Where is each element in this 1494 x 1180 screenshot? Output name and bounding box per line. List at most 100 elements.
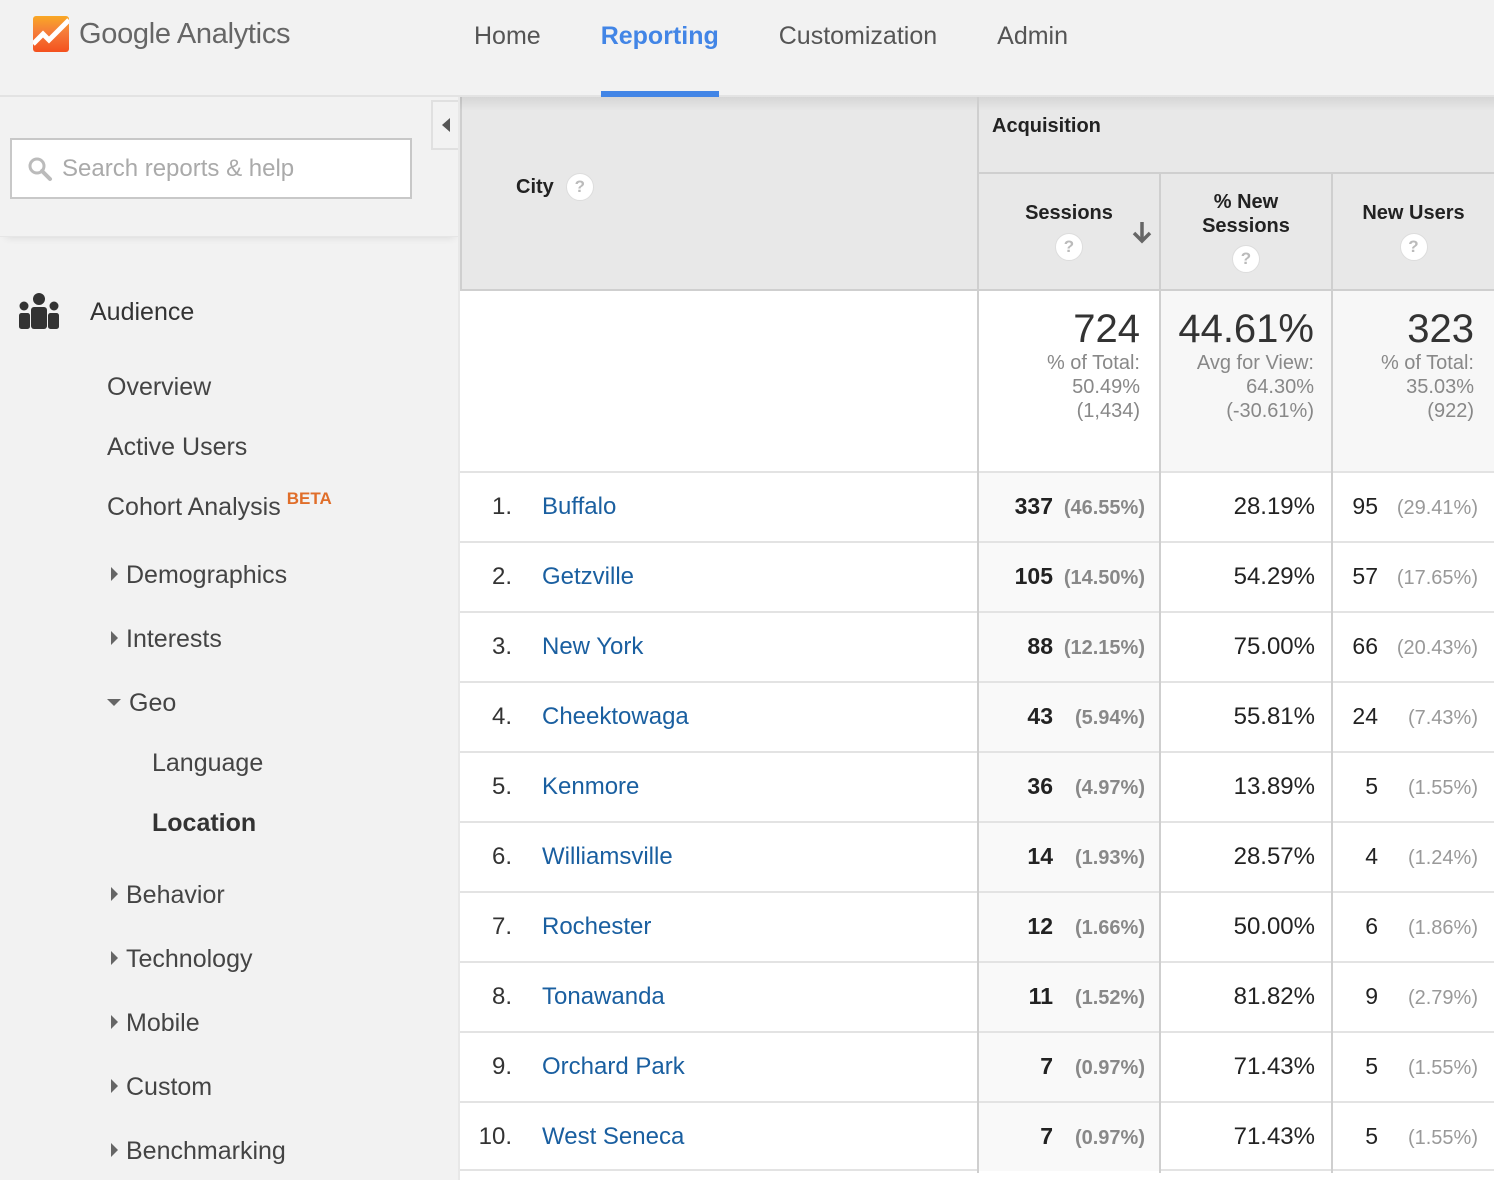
beta-badge: BETA [286, 489, 332, 508]
new-users-cell: 95 (29.41%) [1333, 493, 1494, 520]
sort-descending-icon[interactable] [1131, 220, 1153, 244]
row-rank: 8. [491, 983, 512, 1010]
city-link[interactable]: Getzville [542, 563, 634, 591]
city-link[interactable]: Rochester [542, 913, 651, 941]
sidebar-item-geo[interactable]: Geo [107, 689, 176, 718]
city-link[interactable]: Orchard Park [542, 1053, 685, 1081]
report-table: City ? Acquisition Sessions ? % New Sess… [460, 97, 1494, 1180]
sidebar-item-language[interactable]: Language [152, 749, 263, 778]
column-header-sessions[interactable]: Sessions ? [979, 174, 1161, 291]
column-divider [977, 97, 979, 1173]
sessions-percent: (14.50%) [1063, 567, 1145, 589]
column-divider [1331, 174, 1333, 1173]
sessions-value: 7 [1040, 1053, 1053, 1079]
help-icon[interactable]: ? [1055, 233, 1083, 261]
city-link[interactable]: New York [542, 633, 643, 661]
new-users-cell: 4 (1.24%) [1333, 843, 1494, 870]
sidebar-section-audience[interactable]: Audience [18, 292, 194, 332]
sidebar-item-label: Mobile [126, 1009, 200, 1037]
caret-right-icon [111, 1015, 118, 1030]
sessions-value: 36 [1027, 773, 1053, 799]
city-link[interactable]: West Seneca [542, 1123, 684, 1151]
new-sessions-cell: 54.29% [1233, 563, 1315, 590]
summary-value: 44.61% [1178, 307, 1314, 351]
summary-percent: 50.49% [1072, 376, 1140, 398]
sidebar-item-custom[interactable]: Custom [107, 1073, 212, 1102]
help-icon[interactable]: ? [1232, 245, 1260, 273]
caret-right-icon [111, 631, 118, 646]
sidebar-item-label: Interests [126, 625, 222, 653]
new-users-cell: 5 (1.55%) [1333, 1123, 1494, 1150]
collapse-sidebar-button[interactable] [431, 100, 460, 150]
sidebar-item-technology[interactable]: Technology [107, 945, 252, 974]
sidebar-item-label: Benchmarking [126, 1137, 286, 1165]
sidebar-item-cohort-analysis[interactable]: Cohort Analysis BETA [107, 489, 332, 522]
sidebar-item-label: Language [152, 749, 264, 777]
column-header-new-sessions[interactable]: % New Sessions ? [1161, 174, 1333, 291]
nav-reporting[interactable]: Reporting [600, 0, 719, 99]
city-link[interactable]: Tonawanda [542, 983, 665, 1011]
column-header-new-users[interactable]: New Users ? [1333, 174, 1494, 291]
search-box[interactable] [10, 138, 412, 199]
search-input[interactable] [62, 154, 402, 183]
search-area [0, 97, 460, 237]
new-sessions-cell: 71.43% [1233, 1123, 1315, 1150]
sessions-value: 11 [1028, 983, 1053, 1009]
sidebar-item-mobile[interactable]: Mobile [107, 1009, 200, 1038]
new-sessions-header-line2: Sessions [1202, 215, 1290, 237]
sessions-percent: (1.52%) [1074, 987, 1145, 1009]
new-users-percent: (1.24%) [1407, 847, 1478, 869]
city-link[interactable]: Buffalo [542, 493, 616, 521]
city-link[interactable]: Cheektowaga [542, 703, 689, 731]
row-rank: 7. [491, 913, 512, 940]
new-users-value: 5 [1365, 773, 1378, 799]
nav-admin[interactable]: Admin [997, 0, 1068, 97]
sidebar-item-label: Active Users [107, 433, 248, 461]
google-analytics-logo[interactable]: Google Analytics [33, 16, 291, 52]
new-sessions-cell: 81.82% [1233, 983, 1315, 1010]
sessions-cell: 88 (12.15%) [979, 613, 1161, 681]
nav-customization[interactable]: Customization [779, 0, 937, 97]
sidebar-item-overview[interactable]: Overview [107, 373, 211, 402]
new-sessions-cell: 75.00% [1233, 633, 1315, 660]
sessions-cell: 7 (0.97%) [979, 1103, 1161, 1171]
summary-total: (922) [1427, 400, 1474, 422]
sessions-cell: 43 (5.94%) [979, 683, 1161, 751]
summary-total: (-30.61%) [1226, 400, 1314, 422]
sidebar-item-behavior[interactable]: Behavior [107, 881, 225, 910]
new-users-percent: (1.55%) [1407, 777, 1478, 799]
column-header-city[interactable]: City ? [460, 97, 979, 291]
nav-home[interactable]: Home [474, 0, 541, 97]
column-divider [1159, 174, 1161, 1173]
city-link[interactable]: Williamsville [542, 843, 673, 871]
sessions-percent: (1.66%) [1074, 917, 1145, 939]
sidebar-item-label: Overview [107, 373, 212, 401]
sidebar-item-benchmarking[interactable]: Benchmarking [107, 1137, 286, 1166]
new-users-percent: (1.55%) [1407, 1127, 1478, 1149]
sidebar-item-active-users[interactable]: Active Users [107, 433, 247, 462]
new-users-header-label: New Users [1362, 202, 1465, 224]
new-sessions-cell: 28.19% [1233, 493, 1315, 520]
new-users-cell: 5 (1.55%) [1333, 773, 1494, 800]
summary-new-sessions: 44.61% Avg for View: 64.30% (-30.61%) [1161, 291, 1333, 471]
sessions-cell: 14 (1.93%) [979, 823, 1161, 891]
help-icon[interactable]: ? [565, 173, 594, 201]
new-users-percent: (1.55%) [1407, 1057, 1478, 1079]
sessions-percent: (0.97%) [1074, 1057, 1145, 1079]
top-bar: Google Analytics Home Reporting Customiz… [0, 0, 1494, 99]
new-sessions-cell: 28.57% [1233, 843, 1315, 870]
help-icon[interactable]: ? [1399, 233, 1428, 261]
new-users-value: 95 [1352, 493, 1378, 519]
sessions-value: 337 [1014, 493, 1053, 519]
new-sessions-header-line1: % New [1213, 191, 1279, 213]
sidebar-item-location[interactable]: Location [152, 809, 256, 838]
city-link[interactable]: Kenmore [542, 773, 639, 801]
new-users-value: 5 [1365, 1053, 1378, 1079]
new-sessions-cell: 13.89% [1233, 773, 1315, 800]
new-sessions-cell: 50.00% [1233, 913, 1315, 940]
sidebar-item-demographics[interactable]: Demographics [107, 561, 287, 590]
sidebar-item-interests[interactable]: Interests [107, 625, 222, 654]
new-users-percent: (17.65%) [1396, 567, 1478, 589]
new-users-value: 57 [1352, 563, 1378, 589]
sessions-value: 43 [1027, 703, 1053, 729]
